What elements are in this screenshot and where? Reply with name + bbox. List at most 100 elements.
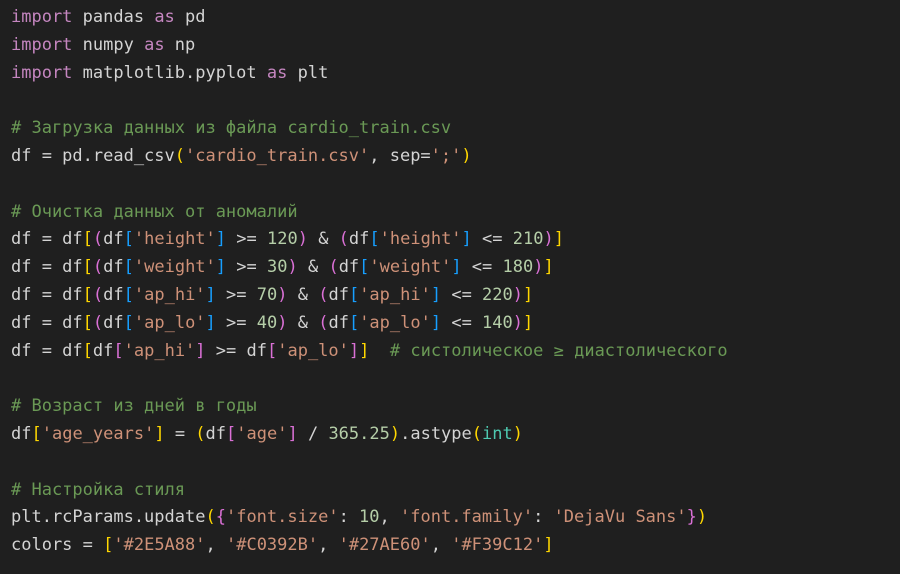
code-line: import matplotlib.pyplot as plt	[11, 60, 900, 88]
code-token: >=	[226, 257, 267, 278]
code-token: ';'	[430, 145, 462, 166]
code-token: )	[512, 423, 523, 444]
code-token: ]	[461, 229, 472, 250]
code-token: # систолическое ≥ диастолического	[389, 340, 728, 361]
code-token: plt	[287, 62, 329, 83]
code-token: import	[11, 7, 73, 27]
code-token: 'age_years'	[41, 423, 155, 444]
code-token: [	[113, 340, 124, 361]
code-token: 30	[266, 257, 288, 278]
code-token: 'ap_hi'	[123, 340, 196, 361]
code-token: # Очистка данных от аномалий	[11, 201, 298, 222]
code-token: (	[318, 312, 329, 333]
code-token: :	[533, 507, 554, 528]
code-token: 70	[256, 284, 278, 305]
code-token: import	[11, 34, 73, 55]
code-token: 'weight'	[133, 257, 216, 278]
code-token: ]	[215, 229, 227, 250]
code-token: 40	[256, 312, 278, 333]
code-token: (	[338, 229, 349, 250]
code-token: ,	[379, 507, 401, 528]
code-token: &	[287, 312, 319, 333]
code-token: [	[123, 257, 134, 278]
code-token: [	[103, 535, 114, 556]
code-token: )	[512, 312, 524, 333]
code-token: 'ap_lo'	[277, 340, 349, 361]
code-token: .astype	[400, 423, 472, 444]
code-token: int	[482, 423, 513, 444]
code-token: )	[389, 423, 401, 444]
code-token: df = df	[11, 312, 83, 333]
code-token: [	[82, 312, 93, 333]
code-token: 120	[266, 229, 298, 250]
code-token: numpy	[72, 34, 145, 55]
code-token: df	[338, 257, 360, 278]
code-token: [	[123, 312, 134, 333]
code-token: '#F39C12'	[451, 535, 544, 556]
code-token: )	[461, 145, 472, 166]
code-token: df = df	[11, 340, 83, 361]
code-token: &	[307, 229, 339, 250]
code-token: 180	[502, 257, 534, 278]
code-token: [	[123, 284, 134, 305]
code-token: 140	[482, 312, 513, 333]
code-line: df = df[(df['ap_lo'] >= 40) & (df['ap_lo…	[11, 310, 900, 338]
code-token: )	[277, 284, 288, 305]
code-token: df	[348, 229, 370, 250]
code-token: ]	[154, 423, 165, 444]
code-token: (	[205, 507, 216, 528]
code-token: df	[103, 229, 124, 250]
code-token: /	[297, 423, 329, 444]
code-token: [	[82, 284, 93, 305]
code-token: [	[359, 257, 370, 278]
code-token: , sep=	[369, 145, 431, 166]
code-token: [	[82, 257, 93, 278]
code-token: ,	[205, 535, 226, 556]
code-token: >=	[215, 312, 257, 333]
code-line: import numpy as np	[11, 32, 900, 60]
code-token: &	[297, 257, 329, 278]
code-token: 365.25	[328, 423, 390, 444]
code-token: [	[82, 229, 93, 250]
code-line: # Очистка данных от аномалий	[11, 199, 900, 227]
code-line: import pandas as pd	[11, 4, 900, 32]
code-token: ]	[359, 340, 370, 361]
code-token: =	[164, 423, 196, 444]
code-token: ]	[523, 312, 534, 333]
code-token: 'height'	[379, 229, 462, 250]
code-token: df	[103, 312, 124, 333]
code-token: >=	[226, 229, 267, 250]
code-token: 210	[512, 229, 544, 250]
code-token: 'font.family'	[400, 507, 534, 528]
code-token: )	[297, 229, 308, 250]
code-token: import	[11, 62, 73, 83]
code-token: df = df	[11, 284, 83, 305]
code-token: <=	[461, 257, 503, 278]
code-token: ]	[543, 535, 554, 556]
code-token: df = pd.read_csv	[11, 145, 175, 166]
code-editor[interactable]: import pandas as pd import numpy as np imp…	[0, 0, 900, 574]
code-token: [	[123, 229, 134, 250]
code-token: 'weight'	[369, 257, 452, 278]
code-token: df	[92, 340, 114, 361]
code-block: import pandas as pd import numpy as np imp…	[11, 4, 900, 560]
code-token: (	[92, 229, 104, 250]
code-token: ,	[318, 535, 339, 556]
code-token: plt.rcParams.update	[11, 507, 206, 528]
code-token: df	[103, 257, 124, 278]
code-token: [	[266, 340, 278, 361]
code-token: 'height'	[133, 229, 216, 250]
code-token: [	[226, 423, 237, 444]
code-line: df = pd.read_csv('cardio_train.csv', sep…	[11, 143, 900, 171]
code-token: :	[338, 507, 360, 528]
code-token: (	[92, 257, 104, 278]
code-token: <=	[441, 284, 483, 305]
code-token: pd	[174, 7, 206, 27]
code-token: 'cardio_train.csv'	[185, 145, 370, 166]
code-token: 'ap_hi'	[359, 284, 431, 305]
code-token: as	[154, 7, 175, 27]
code-token: )	[512, 284, 524, 305]
